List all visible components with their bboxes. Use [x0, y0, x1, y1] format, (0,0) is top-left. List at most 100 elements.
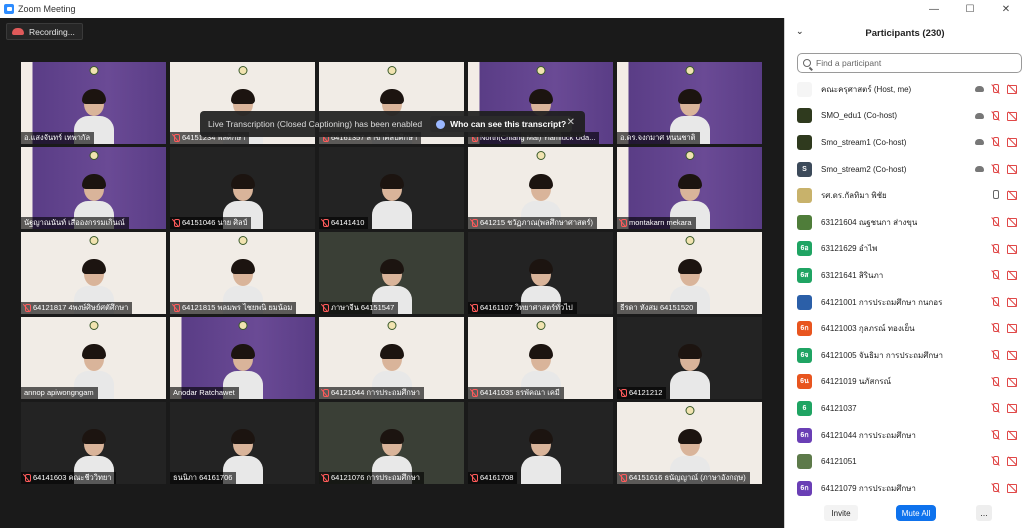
tile-name-text: Anodar Ratchawet: [173, 388, 235, 397]
participant-row[interactable]: 64121051: [785, 448, 1024, 475]
close-button[interactable]: ✕: [988, 0, 1024, 18]
tile-name-text: ภาษาจีน 64151547: [331, 303, 395, 312]
participant-row[interactable]: 6อ 63121629 อำไพ: [785, 236, 1024, 263]
video-tile-name: ธีรดา หังสม 64151520: [617, 302, 698, 314]
mic-muted-icon[interactable]: [991, 84, 1000, 94]
participant-row[interactable]: S Smo_stream2 (Co-host): [785, 156, 1024, 183]
video-tile[interactable]: 64141410: [319, 147, 464, 229]
window-controls: — ☐ ✕: [916, 0, 1024, 18]
chevron-down-icon[interactable]: ⌄: [796, 26, 804, 37]
mic-muted-icon[interactable]: [991, 403, 1000, 413]
video-tile[interactable]: ธีรดา หังสม 64151520: [617, 232, 762, 314]
participant-row[interactable]: 6จ 64121005 จันธิมา การประถมศึกษา: [785, 342, 1024, 369]
mic-muted-icon[interactable]: [991, 429, 1000, 440]
video-tile[interactable]: 641215 ชวัฏภาณ(พลศึกษาศาสตร์): [468, 147, 613, 229]
tile-name-text: 641215 ชวัฏภาณ(พลศึกษาศาสตร์): [480, 218, 594, 227]
mic-muted-icon[interactable]: [991, 296, 1000, 307]
video-tile[interactable]: Anodar Ratchawet: [170, 317, 315, 399]
mic-muted-icon[interactable]: [991, 376, 1000, 387]
participant-video: [667, 343, 713, 399]
zoom-window: Zoom Meeting — ☐ ✕ Recording... อ.แสงจัน…: [0, 0, 1024, 528]
window-title: Zoom Meeting: [18, 4, 76, 14]
video-off-icon: [1007, 350, 1019, 360]
video-tile[interactable]: นัฐญาณนันท์ เสือองกรรมเกินณ์: [21, 147, 166, 229]
tile-name-text: 64121817 4พงษ์ศิษย์ศตัศึกษา: [33, 303, 129, 312]
university-logo-icon: [89, 66, 98, 75]
participant-row[interactable]: 6ก 64121079 การประถมศึกษา: [785, 475, 1024, 502]
participant-row[interactable]: 6ส 63121641 สิรินภา: [785, 262, 1024, 289]
video-tile[interactable]: 64161107 วิทยาศาสตร์ทั่วไป: [468, 232, 613, 314]
participant-name: รศ.ดร.กัลทิมา พิชัย: [821, 191, 887, 201]
participant-row[interactable]: รศ.ดร.กัลทิมา พิชัย: [785, 182, 1024, 209]
mic-muted-icon[interactable]: [991, 137, 1000, 147]
video-tile-name: 64121815 พลมพร ไชยพนิ ยมน้อม: [170, 302, 297, 314]
mic-muted-icon: [173, 134, 180, 142]
video-tile[interactable]: อ.แสงจันทร์ เทพากัล: [21, 62, 166, 144]
microphone-icon[interactable]: [991, 190, 1000, 200]
mic-muted-icon: [24, 304, 31, 312]
who-can-see-button[interactable]: Who can see this transcript?: [430, 116, 573, 132]
participant-video: [369, 173, 415, 229]
mic-muted-icon[interactable]: [991, 323, 1000, 333]
video-off-icon: [1007, 324, 1019, 334]
participant-row[interactable]: 63121604 ณฐชนกา ส่างขุน: [785, 209, 1024, 236]
cloud-record-icon: [975, 165, 984, 172]
video-tile[interactable]: 64151616 ธนัญญาณ์ (ภาษาอังกฤษ): [617, 402, 762, 484]
video-tile-name: 64121076 การประถมศึกษา: [319, 472, 424, 484]
participant-row[interactable]: 6ก 64121044 การประถมศึกษา: [785, 422, 1024, 449]
more-options-button[interactable]: ...: [976, 505, 992, 521]
video-tile[interactable]: 64121076 การประถมศึกษา: [319, 402, 464, 484]
mic-muted-icon[interactable]: [991, 110, 1000, 121]
video-tile[interactable]: ภาษาจีน 64151547: [319, 232, 464, 314]
mic-muted-icon[interactable]: [991, 456, 1000, 466]
participant-row[interactable]: 6ก 64121003 กุลภรณ์ ทองเย็น: [785, 315, 1024, 342]
mute-all-button[interactable]: Mute All: [896, 505, 936, 521]
participant-status-icons: [975, 110, 1019, 121]
tile-name-text: ธนนิภา 64161706: [173, 473, 233, 482]
minimize-button[interactable]: —: [916, 0, 952, 18]
mic-muted-icon[interactable]: [991, 216, 1000, 227]
mic-muted-icon[interactable]: [991, 243, 1000, 254]
mic-muted-icon: [322, 304, 329, 312]
video-tile[interactable]: 64121817 4พงษ์ศิษย์ศตัศึกษา: [21, 232, 166, 314]
toast-close-icon[interactable]: ✕: [567, 117, 575, 128]
participant-row[interactable]: 6น 64121019 นภัสกรณ์: [785, 369, 1024, 396]
university-logo-icon: [685, 236, 694, 245]
participant-row[interactable]: SMO_edu1 (Co-host): [785, 103, 1024, 130]
avatar: 6ก: [797, 480, 812, 496]
video-tile-name: montakarn mekara: [617, 217, 696, 229]
video-tile[interactable]: annop apiwongngam: [21, 317, 166, 399]
mic-muted-icon[interactable]: [991, 163, 1000, 174]
avatar: [797, 454, 812, 470]
mic-muted-icon[interactable]: [991, 349, 1000, 360]
video-tile[interactable]: 64121044 การประถมศึกษา: [319, 317, 464, 399]
tile-name-text: นัฐญาณนันท์ เสือองกรรมเกินณ์: [24, 218, 125, 227]
participant-row[interactable]: 64121001 การประถมศึกษา กนกอร: [785, 289, 1024, 316]
invite-button[interactable]: Invite: [824, 505, 858, 521]
mic-muted-icon[interactable]: [991, 270, 1000, 280]
recording-indicator[interactable]: Recording...: [6, 23, 83, 40]
avatar: [797, 134, 812, 150]
video-tile[interactable]: 64121212: [617, 317, 762, 399]
video-tile[interactable]: montakarn mekara: [617, 147, 762, 229]
search-participant-input[interactable]: Find a participant: [797, 53, 1022, 73]
participant-row[interactable]: คณะครุศาสตร์ (Host, me): [785, 76, 1024, 103]
video-tile[interactable]: 64141603 คณะชีววิทยา: [21, 402, 166, 484]
tile-name-text: montakarn mekara: [629, 218, 692, 227]
mic-muted-icon[interactable]: [991, 482, 1000, 493]
video-tile[interactable]: อ.ดร.จงกมาศ หนนชาติ: [617, 62, 762, 144]
video-tile[interactable]: 64121815 พลมพร ไชยพนิ ยมน้อม: [170, 232, 315, 314]
participant-row[interactable]: 6 64121037: [785, 395, 1024, 422]
video-tile[interactable]: 64141035 ธรพัคณา เคมี: [468, 317, 613, 399]
tile-name-text: 64121076 การประถมศึกษา: [331, 473, 420, 482]
video-tile[interactable]: ธนนิภา 64161706: [170, 402, 315, 484]
video-tile-name: อ.แสงจันทร์ เทพากัล: [21, 132, 95, 144]
video-off-icon: [1007, 297, 1019, 307]
university-logo-icon: [685, 66, 694, 75]
participant-row[interactable]: Smo_stream1 (Co-host): [785, 129, 1024, 156]
video-tile[interactable]: 64161708: [468, 402, 613, 484]
participant-name: 64121044 การประถมศึกษา: [821, 430, 916, 440]
cloud-record-icon: [12, 28, 24, 35]
video-tile[interactable]: 64151046 นาย ศิลป์: [170, 147, 315, 229]
maximize-button[interactable]: ☐: [952, 0, 988, 18]
